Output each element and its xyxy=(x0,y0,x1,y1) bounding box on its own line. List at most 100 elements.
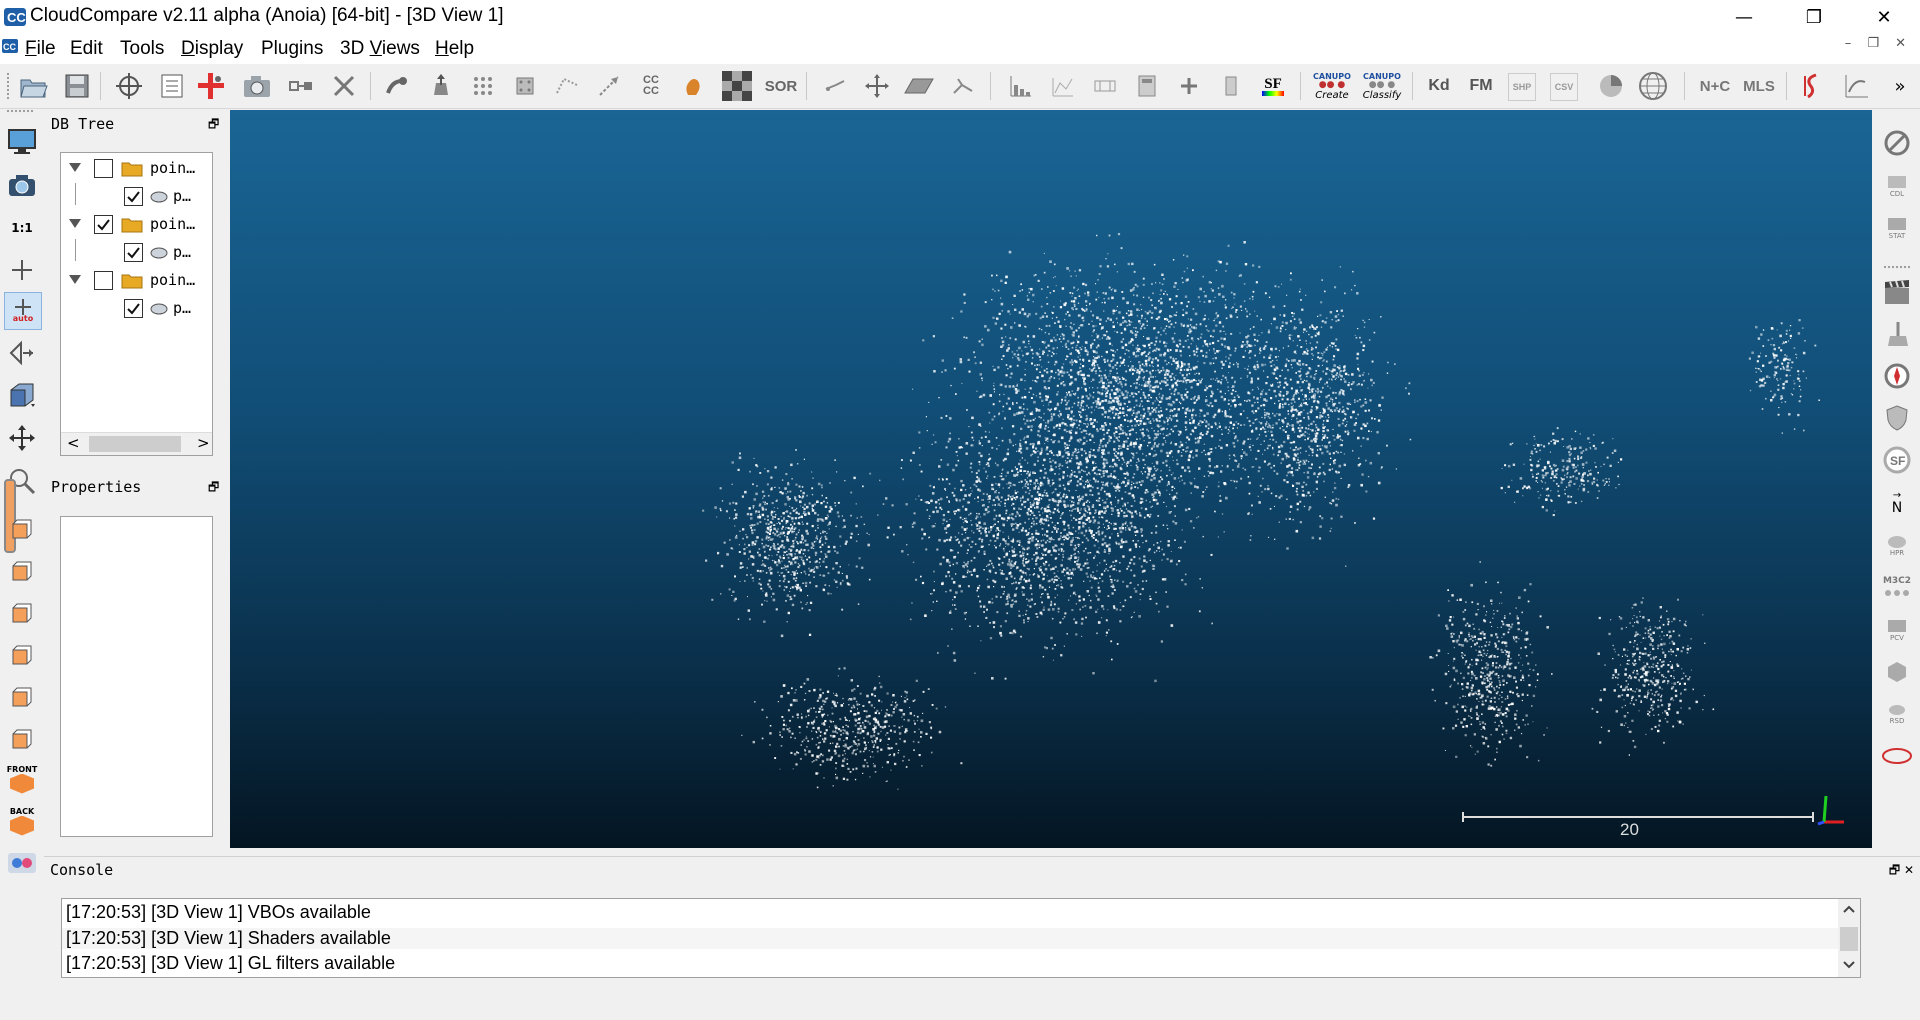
normals-curvature-icon[interactable]: N+C xyxy=(1698,70,1732,102)
list-icon[interactable] xyxy=(155,70,189,102)
sf-color-icon[interactable]: SF xyxy=(1256,70,1290,102)
scroll-right-arrow[interactable]: > xyxy=(197,434,210,452)
right-view-cube-icon[interactable] xyxy=(4,679,40,715)
cloud-to-cloud-icon[interactable]: CC CC xyxy=(634,70,668,102)
canupo-classify-icon[interactable]: CANUPO ●● ● Classify xyxy=(1360,70,1404,102)
plane-icon[interactable] xyxy=(902,70,936,102)
auto-pivot-button[interactable]: auto xyxy=(4,292,42,330)
expand-arrow-icon[interactable] xyxy=(69,219,81,228)
expand-arrow-icon[interactable] xyxy=(69,163,81,172)
console-scroll-thumb[interactable] xyxy=(1840,927,1858,951)
minimize-button[interactable]: — xyxy=(1716,0,1772,34)
db-tree-view[interactable]: poin… p… poin… p… poin… p… < > xyxy=(60,152,213,456)
python-red-icon[interactable] xyxy=(1796,70,1830,102)
pick-icon[interactable] xyxy=(818,70,852,102)
distance-icon[interactable] xyxy=(592,70,626,102)
shield-icon[interactable] xyxy=(1879,400,1915,436)
tree-node-folder[interactable]: poin… xyxy=(61,155,212,183)
hpr-icon[interactable]: HPR xyxy=(1879,528,1915,564)
pivot-crosshair-icon[interactable] xyxy=(4,252,40,288)
front-view-cube-icon[interactable] xyxy=(4,553,40,589)
sf-circle-icon[interactable]: SF xyxy=(1879,442,1915,478)
compass-icon[interactable] xyxy=(1879,358,1915,394)
tree-node-folder[interactable]: poin… xyxy=(61,267,212,295)
3d-view[interactable]: 20 xyxy=(230,110,1872,848)
back-iso-view-button[interactable]: BACK xyxy=(4,803,40,839)
db-tree-float-button[interactable]: 🗗 xyxy=(208,115,219,136)
menu-plugins[interactable]: Plugins xyxy=(261,38,323,60)
tree-node-checkbox[interactable] xyxy=(124,187,143,206)
csv-export-icon[interactable]: CSV xyxy=(1550,73,1578,101)
maximize-button[interactable]: ❐ xyxy=(1786,0,1842,34)
pcv-icon[interactable]: PCV xyxy=(1879,612,1915,648)
top-view-cube-icon[interactable] xyxy=(4,511,40,547)
tree-node-checkbox[interactable] xyxy=(124,243,143,262)
scroll-down-arrow-icon[interactable] xyxy=(1843,961,1855,969)
broom-icon[interactable] xyxy=(1879,316,1915,352)
console-log[interactable]: [17:20:53] [3D View 1] VBOs available [1… xyxy=(61,898,1861,978)
globe-icon[interactable] xyxy=(1636,70,1670,102)
stat-icon[interactable]: STAT xyxy=(1879,210,1915,246)
cdl-icon[interactable]: CDL xyxy=(1879,168,1915,204)
view-toolbar-grip[interactable] xyxy=(6,109,34,114)
pie-icon[interactable] xyxy=(1594,70,1628,102)
tree-node-checkbox[interactable] xyxy=(124,299,143,318)
hexagon-icon[interactable] xyxy=(1879,654,1915,690)
mls-icon[interactable]: MLS xyxy=(1742,70,1776,102)
tree-node-cloud[interactable]: p… xyxy=(61,295,212,323)
tree-node-cloud[interactable]: p… xyxy=(61,239,212,267)
tree-node-checkbox[interactable] xyxy=(94,215,113,234)
plugin-orange-icon[interactable] xyxy=(676,70,710,102)
sample-points-icon[interactable] xyxy=(550,70,584,102)
histogram-icon[interactable] xyxy=(1004,70,1038,102)
perspective-icon[interactable] xyxy=(4,335,40,371)
menu-edit[interactable]: Edit xyxy=(70,38,103,60)
add-point-red-icon[interactable] xyxy=(194,70,228,102)
tree-node-checkbox[interactable] xyxy=(94,159,113,178)
console-scrollbar[interactable] xyxy=(1838,899,1860,977)
voxel-icon[interactable] xyxy=(508,70,542,102)
pan-move-icon[interactable] xyxy=(4,420,40,456)
close-button[interactable]: ✕ xyxy=(1856,0,1912,34)
scatter-plot-icon[interactable] xyxy=(1840,70,1874,102)
menu-tools[interactable]: Tools xyxy=(120,38,164,60)
toolbar-overflow-icon[interactable]: » xyxy=(1888,70,1912,102)
sf-range-icon[interactable] xyxy=(1088,70,1122,102)
remove-sf-icon[interactable] xyxy=(1214,70,1248,102)
plugin-toolbar-grip[interactable] xyxy=(1883,265,1911,270)
sf-filter-icon[interactable] xyxy=(1046,70,1080,102)
merge-icon[interactable] xyxy=(380,70,414,102)
canupo-create-icon[interactable]: CANUPO ●● ● Create xyxy=(1310,70,1354,102)
tree-node-checkbox[interactable] xyxy=(94,271,113,290)
rsd-icon[interactable]: RSD xyxy=(1879,696,1915,732)
expand-arrow-icon[interactable] xyxy=(69,275,81,284)
fast-marching-icon[interactable]: FM xyxy=(1464,70,1498,102)
menu-3d-views[interactable]: 3D Views xyxy=(340,38,420,60)
align-icon[interactable] xyxy=(946,70,980,102)
menu-file[interactable]: File xyxy=(25,38,56,60)
camera-icon[interactable] xyxy=(4,167,40,203)
kd-tree-icon[interactable]: Kd xyxy=(1422,70,1456,102)
sor-filter-icon[interactable]: SOR xyxy=(764,70,798,102)
monitor-icon[interactable] xyxy=(4,124,40,160)
tree-node-cloud[interactable]: p… xyxy=(61,183,212,211)
toolbar-grip[interactable] xyxy=(6,72,11,100)
stereo-icon[interactable] xyxy=(4,845,40,881)
add-constant-sf-icon[interactable] xyxy=(1172,70,1206,102)
mdi-window-controls[interactable]: – ❐ ✕ xyxy=(1845,36,1912,51)
shp-export-icon[interactable]: SHP xyxy=(1508,73,1536,101)
normals-icon[interactable] xyxy=(424,70,458,102)
menu-help[interactable]: Help xyxy=(435,38,474,60)
menu-display[interactable]: Display xyxy=(181,38,243,60)
snapshot-icon[interactable] xyxy=(240,70,274,102)
front-iso-view-button[interactable]: FRONT xyxy=(4,761,40,797)
properties-view[interactable] xyxy=(60,516,213,837)
scroll-thumb[interactable] xyxy=(89,436,181,452)
default-view-cube-icon[interactable] xyxy=(4,377,40,413)
open-file-icon[interactable] xyxy=(16,70,50,102)
segment-icon[interactable] xyxy=(284,70,318,102)
global-shift-icon[interactable] xyxy=(112,70,146,102)
m3c2-icon[interactable]: M3C2 xyxy=(1879,570,1915,606)
red-ellipse-icon[interactable] xyxy=(1879,738,1915,774)
scroll-up-arrow-icon[interactable] xyxy=(1843,905,1855,913)
